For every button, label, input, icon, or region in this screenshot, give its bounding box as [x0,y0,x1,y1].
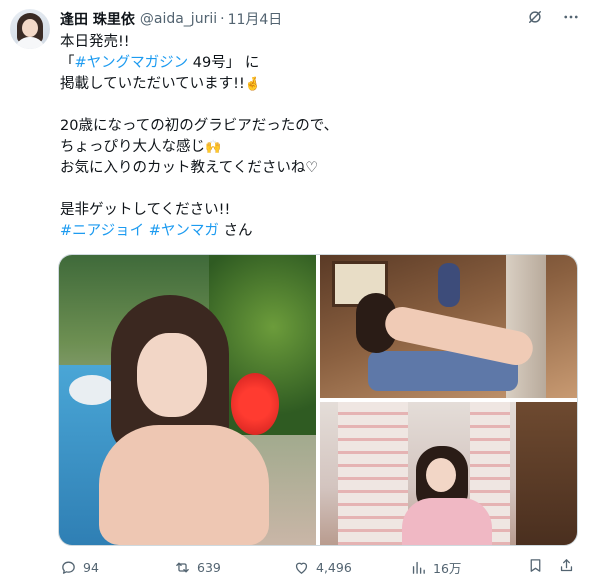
face [137,333,207,417]
user-handle[interactable]: @aida_jurii [140,11,217,27]
display-name[interactable]: 逢田 珠里依 [60,9,135,29]
tweet-card[interactable]: 逢田 珠里依 @aida_jurii · 11月4日 本日発売!! 「#ヤングマ… [0,0,590,586]
vase [438,263,460,307]
views-icon [410,559,427,576]
hashtag-yanmaga[interactable]: #ヤンマガ [149,223,219,239]
more-icon[interactable] [562,8,580,26]
tweet-text: 本日発売!! 「#ヤングマガジン 49号」 に 掲載していただいています!!🤞 … [60,32,570,242]
tweet-top-actions [526,8,580,26]
issue-number: 49号」 に [188,55,260,71]
text-line-8: #ニアジョイ #ヤンマガ さん [60,221,570,242]
tweet-date[interactable]: 11月4日 [228,9,283,29]
quote-open: 「 [60,55,75,71]
pool-ring [69,375,115,405]
text-line-5: ちょっぴり大人な感じ🙌 [60,137,570,158]
repost-button[interactable]: 639 [174,559,221,576]
main-photo[interactable] [59,255,316,545]
share-icon[interactable] [558,557,575,577]
like-count: 4,496 [316,559,352,575]
reply-button[interactable]: 94 [60,559,99,576]
media-grid [58,254,578,546]
grok-icon[interactable] [526,8,544,26]
hashtag-near-joy[interactable]: #ニアジョイ [60,223,144,239]
crossed-fingers-emoji: 🤞 [244,77,261,92]
raised-hands-emoji: 🙌 [205,140,222,155]
text-line-3: 掲載していただいています!!🤞 [60,74,570,95]
header-separator: · [220,11,225,27]
text-line-7-content: 是非ゲットしてください!! [60,202,231,218]
text-line-3-content: 掲載していただいています!! [60,76,245,92]
repost-count: 639 [197,559,221,575]
bookshelf [516,402,577,545]
model-face [426,458,456,492]
hashtag-young-magazine[interactable]: #ヤングマガジン [75,55,189,71]
tweet-header: 逢田 珠里依 @aida_jurii · 11月4日 [60,9,282,29]
text-line-1-content: 本日発売!! [60,34,130,50]
pink-sweater [402,498,492,545]
bottom-right-photo[interactable] [320,402,577,545]
text-line-6-content: お気に入りのカット教えてくださいね♡ [60,160,319,176]
share-actions [527,557,575,577]
heart-icon [293,559,310,576]
avatar[interactable] [10,9,50,49]
text-line-2: 「#ヤングマガジン 49号」 に [60,53,570,74]
views-button[interactable]: 16万 [410,558,461,577]
like-button[interactable]: 4,496 [293,559,352,576]
repost-icon [174,559,191,576]
engagement-bar: 94 639 4,496 16万 [60,556,580,578]
curtain-left [338,402,408,545]
text-line-4: 20歳になっての初のグラビアだったので、 [60,116,570,137]
bookmark-icon[interactable] [527,557,544,577]
avatar-face [22,19,38,37]
hibiscus-flower [231,373,279,435]
text-line-1: 本日発売!! [60,32,570,53]
text-line-7: 是非ゲットしてください!! [60,200,570,221]
text-line-6: お気に入りのカット教えてくださいね♡ [60,158,570,179]
reply-count: 94 [83,559,99,575]
san-suffix: さん [218,223,253,239]
top-right-photo[interactable] [320,255,577,398]
reply-icon [60,559,77,576]
text-line-4-content: 20歳になっての初のグラビアだったので、 [60,118,339,134]
text-line-5-content: ちょっぴり大人な感じ [60,139,205,155]
views-count: 16万 [433,560,462,576]
arms [99,425,269,545]
